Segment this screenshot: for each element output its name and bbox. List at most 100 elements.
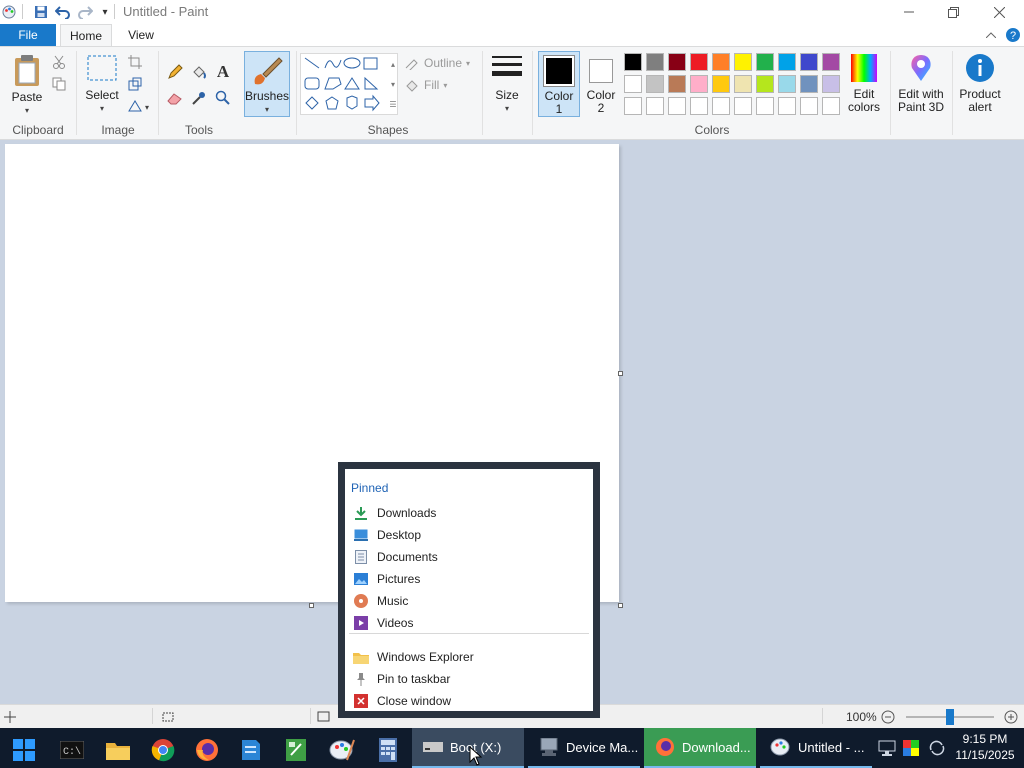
tab-view[interactable]: View (118, 24, 164, 46)
outline-button[interactable]: Outline ▾ (404, 55, 474, 71)
custom-color-slot[interactable] (756, 97, 774, 115)
color-swatch[interactable] (778, 53, 796, 71)
redo-icon[interactable] (76, 3, 94, 21)
zoom-in-icon[interactable] (1003, 709, 1019, 725)
color-swatch[interactable] (690, 53, 708, 71)
paint3d-button[interactable]: Edit with Paint 3D (894, 53, 948, 114)
color1-button[interactable]: Color 1 (538, 51, 580, 117)
paste-button[interactable]: Paste ▾ (6, 53, 48, 117)
chrome-icon[interactable] (143, 732, 183, 768)
color2-button[interactable]: Color 2 (582, 51, 620, 117)
color-swatch[interactable] (822, 75, 840, 93)
resize-handle-bottom[interactable] (309, 603, 314, 608)
color-swatch[interactable] (734, 53, 752, 71)
scroll-down-icon[interactable]: ▾ (384, 75, 402, 93)
minimize-button[interactable] (886, 0, 932, 24)
color-swatch[interactable] (800, 75, 818, 93)
jump-list-item-downloads[interactable]: Downloads (353, 503, 585, 523)
jump-list-item-music[interactable]: Music (353, 591, 585, 611)
color-swatch[interactable] (646, 75, 664, 93)
size-button[interactable]: Size ▾ (488, 53, 526, 115)
close-button[interactable] (976, 0, 1022, 24)
cut-icon[interactable] (50, 53, 68, 71)
color-swatch[interactable] (646, 53, 664, 71)
restore-button[interactable] (930, 0, 976, 24)
brushes-button[interactable]: Brushes ▾ (244, 51, 290, 117)
jump-list-windows-explorer[interactable]: Windows Explorer (353, 647, 585, 667)
sync-tray-icon[interactable] (928, 739, 946, 757)
tab-home[interactable]: Home (60, 24, 112, 46)
custom-color-slot[interactable] (646, 97, 664, 115)
color-swatch[interactable] (734, 75, 752, 93)
custom-color-slot[interactable] (778, 97, 796, 115)
color-swatch[interactable] (756, 75, 774, 93)
spreadsheet-editor-icon[interactable] (276, 732, 316, 768)
network-tray-icon[interactable] (878, 739, 896, 757)
expand-gallery-icon[interactable]: ☰ (384, 95, 402, 113)
jump-list-item-desktop[interactable]: Desktop (353, 525, 585, 545)
custom-color-slot[interactable] (800, 97, 818, 115)
eraser-icon[interactable] (166, 89, 184, 107)
paint-app-icon[interactable] (0, 3, 18, 21)
scroll-up-icon[interactable]: ▴ (384, 55, 402, 73)
custom-color-slot[interactable] (624, 97, 642, 115)
jump-list-close-window[interactable]: Close window (353, 691, 585, 711)
system-clock[interactable]: 9:15 PM 11/15/2025 (950, 731, 1020, 763)
zoom-slider-thumb[interactable] (946, 709, 954, 725)
jump-list-pin-to-taskbar[interactable]: Pin to taskbar (353, 669, 585, 689)
color-swatch[interactable] (624, 53, 642, 71)
color-swatch[interactable] (668, 53, 686, 71)
calculator-icon[interactable] (368, 732, 408, 768)
fill-bucket-icon[interactable] (190, 63, 208, 81)
color-tray-icon[interactable] (902, 739, 920, 757)
color-swatch[interactable] (712, 75, 730, 93)
resize-icon[interactable] (126, 75, 144, 93)
color-picker-icon[interactable] (190, 89, 208, 107)
zoom-out-icon[interactable] (880, 709, 896, 725)
text-tool-icon[interactable]: A (214, 62, 232, 81)
taskbar-task-boot-drive[interactable]: Boot (X:) (412, 728, 524, 768)
copy-icon[interactable] (50, 75, 68, 93)
custom-color-slot[interactable] (822, 97, 840, 115)
custom-color-slot[interactable] (712, 97, 730, 115)
fill-button[interactable]: Fill ▾ (404, 77, 474, 93)
pencil-icon[interactable] (166, 63, 184, 81)
magnifier-icon[interactable] (214, 89, 232, 107)
rotate-icon[interactable]: ▾ (126, 97, 152, 115)
customize-qa-icon[interactable]: ▾ (96, 3, 114, 21)
collapse-ribbon-icon[interactable] (982, 26, 1000, 44)
tab-file[interactable]: File (0, 24, 56, 46)
color-swatch[interactable] (712, 53, 730, 71)
taskbar-task-paint[interactable]: Untitled - ... (760, 728, 872, 768)
jump-list-item-videos[interactable]: Videos (353, 613, 585, 633)
custom-color-slot[interactable] (668, 97, 686, 115)
jump-list-item-documents[interactable]: Documents (353, 547, 585, 567)
edit-colors-button[interactable]: Edit colors (844, 53, 884, 114)
color-swatch[interactable] (756, 53, 774, 71)
start-button[interactable] (4, 732, 44, 768)
color-swatch[interactable] (778, 75, 796, 93)
paint-taskbar-icon[interactable] (322, 732, 362, 768)
taskbar-task-device-manager[interactable]: Device Ma... (528, 728, 640, 768)
taskbar-task-downloads[interactable]: Download... (644, 728, 756, 768)
resize-handle-right[interactable] (618, 371, 623, 376)
product-alert-button[interactable]: Product alert (956, 53, 1004, 114)
custom-color-slot[interactable] (734, 97, 752, 115)
notes-app-icon[interactable] (231, 732, 271, 768)
color-swatch[interactable] (822, 53, 840, 71)
help-icon[interactable]: ? (1004, 26, 1022, 44)
color-swatch[interactable] (800, 53, 818, 71)
firefox-icon[interactable] (187, 732, 227, 768)
select-button[interactable]: Select ▾ (82, 53, 122, 115)
save-icon[interactable] (32, 3, 50, 21)
terminal-icon[interactable]: C:\ (52, 732, 92, 768)
color-swatch[interactable] (668, 75, 686, 93)
jump-list-item-pictures[interactable]: Pictures (353, 569, 585, 589)
color-swatch[interactable] (690, 75, 708, 93)
undo-icon[interactable] (54, 3, 72, 21)
file-explorer-icon[interactable] (98, 732, 138, 768)
color-swatch[interactable] (624, 75, 642, 93)
crop-icon[interactable] (126, 53, 144, 71)
custom-color-slot[interactable] (690, 97, 708, 115)
resize-handle-corner[interactable] (618, 603, 623, 608)
